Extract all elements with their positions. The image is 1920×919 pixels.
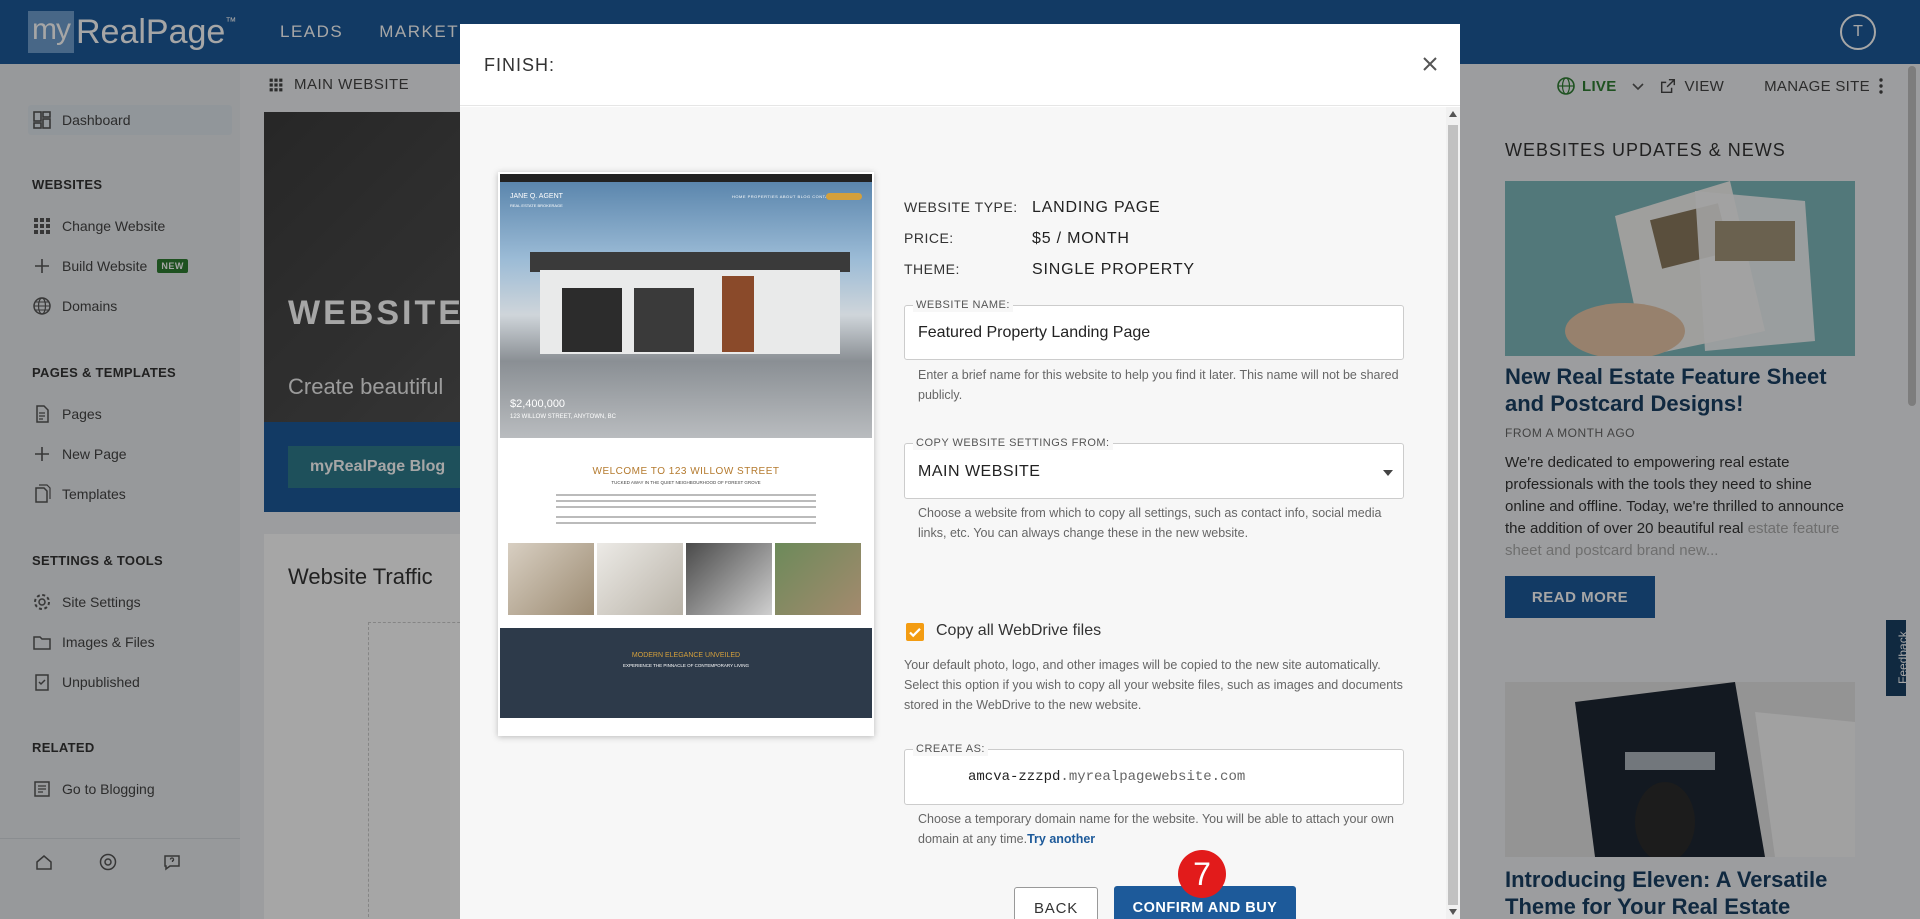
copy-webdrive-help: Your default photo, logo, and other imag…	[904, 658, 1403, 712]
scroll-up-arrow-icon[interactable]	[1449, 111, 1457, 117]
preview-agent: JANE Q. AGENT REAL ESTATE BROKERAGE	[510, 192, 563, 210]
create-as-domain: .myrealpagewebsite.com	[1060, 769, 1246, 785]
create-as-help-text: Choose a temporary domain name for the w…	[918, 812, 1394, 846]
preview-text-line	[556, 500, 816, 502]
copy-webdrive-checkbox[interactable]	[906, 623, 924, 641]
price-value: $5 / MONTH	[1032, 230, 1130, 247]
copy-webdrive-label[interactable]: Copy all WebDrive files	[936, 622, 1101, 640]
preview-thumb	[597, 543, 683, 615]
preview-topbar	[500, 174, 872, 182]
website-name-help: Enter a brief name for this website to h…	[918, 368, 1399, 402]
preview-welcome: WELCOME TO 123 WILLOW STREET	[592, 466, 780, 477]
preview-gallery	[508, 543, 861, 615]
website-name-input[interactable]	[918, 324, 1388, 342]
close-icon[interactable]	[1418, 52, 1442, 76]
preview-agent-sub: REAL ESTATE BROKERAGE	[510, 203, 563, 208]
copy-settings-legend: COPY WEBSITE SETTINGS FROM:	[913, 436, 1113, 450]
create-as-value[interactable]: amcva-zzzpd.myrealpagewebsite.com	[968, 769, 1245, 785]
preview-hero-image: JANE Q. AGENT REAL ESTATE BROKERAGE HOME…	[500, 182, 872, 438]
preview-text-line	[556, 506, 816, 508]
create-as-legend: CREATE AS:	[913, 742, 988, 756]
preview-garage-1	[562, 288, 622, 352]
scroll-down-arrow-icon[interactable]	[1449, 909, 1457, 915]
preview-dark-title: MODERN ELEGANCE UNVEILED	[631, 652, 741, 659]
website-type-value: LANDING PAGE	[1032, 199, 1161, 216]
dialog-title: FINISH:	[484, 55, 556, 75]
dialog-scrollbar[interactable]	[1446, 107, 1460, 919]
price-label: PRICE:	[904, 230, 954, 246]
preview-thumb	[686, 543, 772, 615]
preview-address: 123 WILLOW STREET, ANYTOWN, BC	[510, 414, 616, 420]
preview-house-roof	[530, 252, 850, 272]
copy-settings-value: MAIN WEBSITE	[918, 463, 1041, 480]
theme-preview: JANE Q. AGENT REAL ESTATE BROKERAGE HOME…	[498, 172, 874, 736]
preview-text-line	[556, 516, 816, 518]
preview-price: $2,400,000	[510, 398, 566, 410]
preview-garage-2	[634, 288, 694, 352]
dialog-body: JANE Q. AGENT REAL ESTATE BROKERAGE HOME…	[460, 107, 1446, 919]
checkmark-icon	[909, 628, 921, 638]
preview-agent-name: JANE Q. AGENT	[510, 193, 563, 200]
preview-wood-panel	[722, 276, 754, 352]
copy-settings-help: Choose a website from which to copy all …	[918, 506, 1382, 540]
theme-value: SINGLE PROPERTY	[1032, 261, 1195, 278]
preview-thumb	[775, 543, 861, 615]
preview-dark-section: MODERN ELEGANCE UNVEILED EXPERIENCE THE …	[500, 628, 872, 718]
website-type-label: WEBSITE TYPE:	[904, 199, 1018, 215]
preview-menu-button	[826, 193, 862, 200]
dialog-header: FINISH:	[460, 24, 1460, 106]
copy-settings-field[interactable]: COPY WEBSITE SETTINGS FROM: MAIN WEBSITE	[904, 436, 1404, 499]
website-name-field: WEBSITE NAME:	[904, 298, 1404, 360]
theme-label: THEME:	[904, 261, 960, 277]
create-as-subdomain: amcva-zzzpd	[968, 769, 1061, 785]
preview-text-line	[556, 522, 816, 524]
preview-menu: HOME PROPERTIES ABOUT BLOG CONTACT	[732, 194, 835, 199]
create-as-field: CREATE AS: amcva-zzzpd.myrealpagewebsite…	[904, 742, 1404, 805]
preview-dark-subtitle: EXPERIENCE THE PINNACLE OF CONTEMPORARY …	[622, 663, 750, 668]
preview-tagline: TUCKED AWAY IN THE QUIET NEIGHBOURHOOD O…	[611, 480, 761, 485]
dropdown-caret-icon	[1383, 470, 1393, 476]
finish-dialog: FINISH: JANE Q. AGENT REAL ESTATE BROKER…	[460, 24, 1460, 919]
step-marker: 7	[1178, 850, 1226, 898]
dialog-scrollbar-thumb[interactable]	[1448, 125, 1458, 905]
website-name-legend: WEBSITE NAME:	[913, 298, 1013, 312]
preview-thumb	[508, 543, 594, 615]
preview-text-line	[556, 494, 816, 496]
back-button[interactable]: BACK	[1014, 887, 1098, 919]
create-as-help: Choose a temporary domain name for the w…	[918, 809, 1404, 849]
try-another-link[interactable]: Try another	[1027, 832, 1095, 846]
